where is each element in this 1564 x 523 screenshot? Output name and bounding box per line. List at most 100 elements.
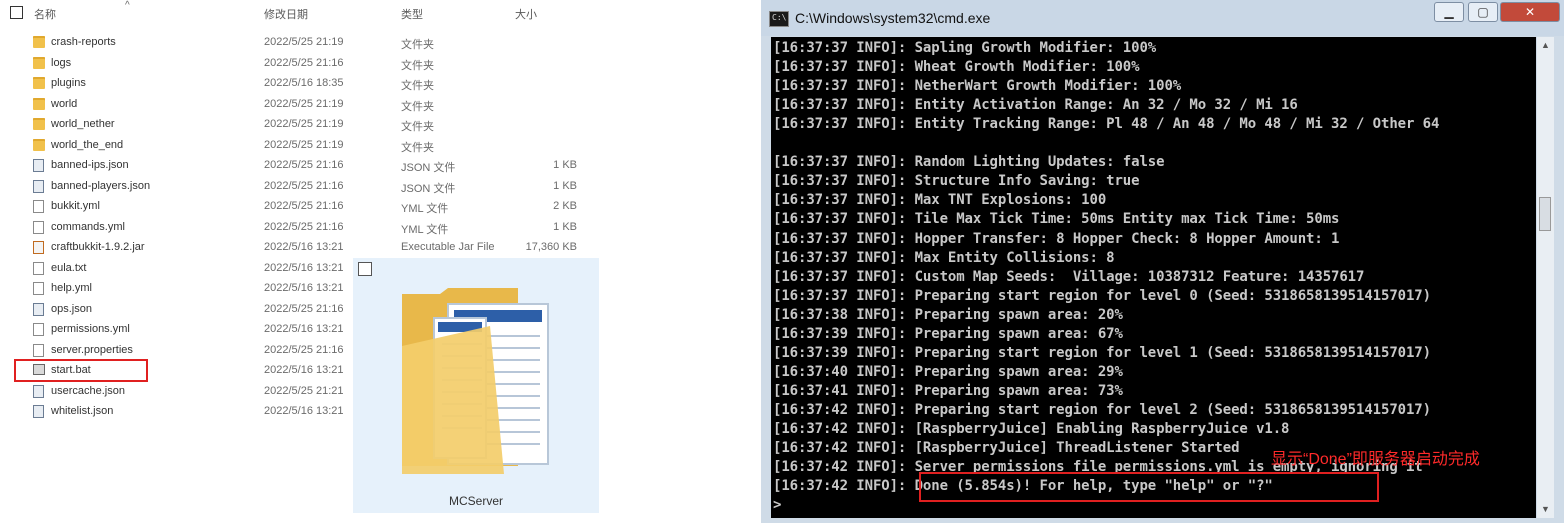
file-date: 2022/5/25 21:16	[264, 200, 344, 212]
file-row[interactable]: commands.yml 2022/5/25 21:16 YML 文件 1 KB	[0, 217, 600, 237]
file-type: 文件夹	[401, 80, 434, 92]
cmd-icon-text: C:\	[772, 13, 787, 22]
cmd-app-icon: C:\	[769, 11, 789, 27]
document-icon	[33, 220, 44, 234]
console-line: [16:37:42 INFO]: Preparing start region …	[773, 401, 1431, 418]
file-date: 2022/5/25 21:19	[264, 138, 344, 151]
file-type: 文件夹	[401, 39, 434, 51]
file-date: 2022/5/25 21:16	[264, 302, 344, 315]
console-line: [16:37:41 INFO]: Preparing spawn area: 7…	[773, 382, 1123, 399]
document-icon	[33, 282, 44, 295]
column-size[interactable]: 大小	[515, 6, 537, 22]
file-date: 2022/5/16 13:21	[264, 323, 344, 335]
json-file-icon	[33, 302, 44, 316]
json-file-icon	[33, 159, 44, 172]
scrollbar-thumb[interactable]	[1539, 197, 1551, 231]
file-date: 2022/5/16 13:21	[264, 282, 344, 294]
folder-icon	[33, 138, 45, 151]
console-line: [16:37:37 INFO]: Entity Activation Range…	[773, 97, 1298, 114]
file-row[interactable]: world_the_end 2022/5/25 21:19 文件夹	[0, 135, 600, 155]
column-name[interactable]: 名称	[34, 6, 56, 22]
file-size: 1 KB	[553, 179, 577, 192]
file-size: 2 KB	[553, 200, 577, 212]
scroll-up-icon[interactable]: ▲	[1537, 37, 1554, 54]
file-size: 1 KB	[553, 159, 577, 171]
file-name: permissions.yml	[51, 323, 130, 335]
file-size: 17,360 KB	[525, 241, 577, 253]
folder-icon	[33, 36, 45, 48]
file-date: 2022/5/25 21:16	[264, 179, 344, 192]
jar-file-icon	[33, 241, 44, 254]
file-date: 2022/5/16 18:35	[264, 77, 344, 89]
file-name: world	[51, 97, 78, 110]
file-date: 2022/5/25 21:19	[264, 97, 344, 110]
file-date: 2022/5/25 21:16	[264, 56, 344, 69]
file-date: 2022/5/25 21:16	[264, 220, 344, 233]
select-all-checkbox[interactable]	[10, 6, 23, 19]
file-date: 2022/5/25 21:16	[264, 159, 344, 171]
file-type: 文件夹	[401, 59, 434, 72]
file-name: world_nether	[51, 118, 115, 130]
file-row[interactable]: bukkit.yml 2022/5/25 21:16 YML 文件 2 KB	[0, 196, 600, 216]
close-button[interactable]: ✕	[1500, 2, 1560, 22]
folder-icon	[33, 77, 45, 89]
console-line: [16:37:37 INFO]: Max Entity Collisions: …	[773, 249, 1115, 266]
file-date: 2022/5/25 21:21	[264, 384, 344, 397]
done-annotation: 显示“Done”即服务器启动完成	[1271, 451, 1480, 468]
file-name: plugins	[51, 77, 86, 89]
file-name: eula.txt	[51, 261, 87, 274]
console-line: [16:37:37 INFO]: Preparing start region …	[773, 287, 1431, 304]
file-row[interactable]: crash-reports 2022/5/25 21:19 文件夹	[0, 32, 600, 52]
column-date[interactable]: 修改日期	[264, 6, 308, 22]
file-date: 2022/5/25 21:16	[264, 343, 344, 356]
file-row[interactable]: banned-players.json 2022/5/25 21:16 JSON 文…	[0, 176, 600, 196]
file-name: world_the_end	[51, 138, 124, 151]
column-type[interactable]: 类型	[401, 6, 423, 22]
cmd-window: C:\ C:\Windows\system32\cmd.exe ▁ ▢ ✕ [1…	[761, 0, 1564, 523]
console-line: [16:37:38 INFO]: Preparing spawn area: 2…	[773, 306, 1123, 323]
file-explorer-panel: ^ 名称 修改日期 类型 大小 crash-reports 2022/5/25 2…	[0, 0, 600, 523]
file-date: 2022/5/25 21:19	[264, 36, 344, 48]
cmd-titlebar[interactable]: C:\ C:\Windows\system32\cmd.exe ▁ ▢ ✕	[761, 0, 1564, 36]
scroll-down-icon[interactable]: ▼	[1537, 501, 1554, 518]
file-date: 2022/5/16 13:21	[264, 405, 344, 417]
file-type: YML 文件	[401, 203, 449, 215]
mcserver-folder-icon[interactable]	[400, 286, 550, 476]
file-row[interactable]: banned-ips.json 2022/5/25 21:16 JSON 文件 1 K…	[0, 155, 600, 175]
window-title: C:\Windows\system32\cmd.exe	[795, 10, 991, 26]
document-icon	[33, 323, 44, 336]
console-line: [16:37:37 INFO]: Entity Tracking Range: …	[773, 116, 1440, 133]
console-line: [16:37:40 INFO]: Preparing spawn area: 2…	[773, 363, 1123, 380]
maximize-button[interactable]: ▢	[1468, 2, 1498, 22]
file-row[interactable]: world_nether 2022/5/25 21:19 文件夹	[0, 114, 600, 134]
console-line: [16:37:42 INFO]: [RaspberryJuice] Thread…	[773, 440, 1240, 457]
file-name: bukkit.yml	[51, 200, 100, 212]
file-name: crash-reports	[51, 36, 116, 48]
folder-icon	[33, 56, 45, 69]
console-line: [16:37:37 INFO]: Wheat Growth Modifier: …	[773, 59, 1140, 76]
minimize-button[interactable]: ▁	[1434, 2, 1464, 22]
console-line: [16:37:37 INFO]: Structure Info Saving: …	[773, 173, 1140, 190]
file-name: logs	[51, 56, 72, 69]
file-row[interactable]: craftbukkit-1.9.2.jar 2022/5/16 13:21 Exec…	[0, 237, 600, 257]
folder-preview-label: MCServer	[448, 494, 503, 508]
console-line: [16:37:39 INFO]: Preparing start region …	[773, 344, 1431, 361]
console-line: [16:37:37 INFO]: Max TNT Explosions: 100	[773, 192, 1107, 209]
file-row[interactable]: world 2022/5/25 21:19 文件夹	[0, 94, 600, 114]
sort-up-icon: ^	[125, 0, 130, 11]
file-row[interactable]: plugins 2022/5/16 18:35 文件夹	[0, 73, 600, 93]
json-file-icon	[33, 179, 44, 193]
console-line: [16:37:37 INFO]: Hopper Transfer: 8 Hopp…	[773, 230, 1340, 247]
done-line-highlight	[919, 472, 1379, 502]
preview-checkbox[interactable]	[358, 262, 372, 276]
file-date: 2022/5/16 13:21	[264, 364, 344, 376]
file-name: usercache.json	[51, 384, 125, 397]
file-name: help.yml	[51, 282, 92, 294]
file-type: Executable Jar File	[401, 241, 495, 253]
file-row[interactable]: logs 2022/5/25 21:16 文件夹	[0, 53, 600, 73]
file-type: YML 文件	[401, 223, 449, 236]
file-name: banned-players.json	[51, 179, 151, 192]
document-icon	[33, 261, 44, 275]
file-type: JSON 文件	[401, 162, 456, 174]
console-scrollbar[interactable]: ▲ ▼	[1537, 37, 1554, 518]
